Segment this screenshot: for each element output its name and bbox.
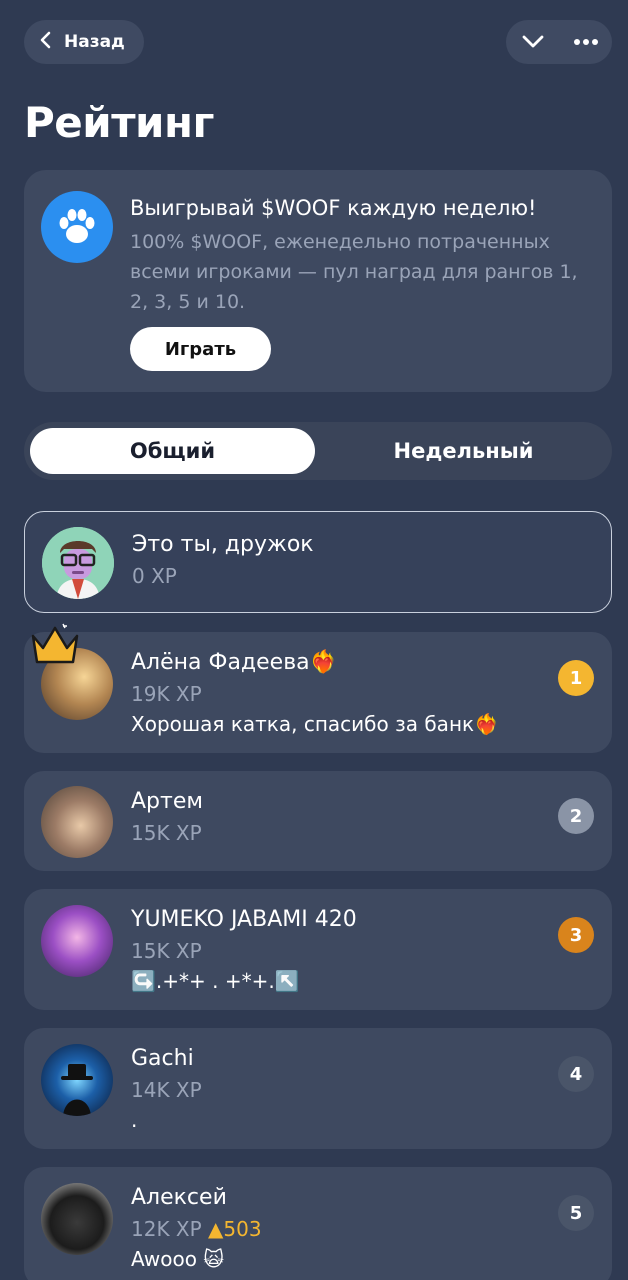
chevron-down-icon[interactable]	[511, 20, 555, 64]
rank-badge: 1	[558, 660, 594, 696]
play-button[interactable]: Играть	[130, 327, 271, 371]
more-icon[interactable]	[564, 20, 608, 64]
rank-badge: 3	[558, 917, 594, 953]
avatar	[42, 527, 114, 599]
player-status: .	[131, 1108, 138, 1132]
promo-description: 100% $WOOF, еженедельно потраченных всем…	[130, 231, 578, 313]
current-user-xp: 0 XP	[132, 564, 177, 588]
player-status: ↪️.+*+ . +*+.↖️	[131, 969, 300, 993]
player-xp: 15K XP	[131, 939, 202, 963]
leaderboard-row[interactable]: Gachi 14K XP . 4	[24, 1028, 612, 1149]
player-xp: 19K XP	[131, 682, 202, 706]
player-status: Awooo 🙀	[131, 1247, 225, 1271]
leaderboard-row[interactable]: YUMEKO JABAMI 420 15K XP ↪️.+*+ . +*+.↖️…	[24, 889, 612, 1010]
player-xp: 12K XP ▲503	[131, 1217, 262, 1241]
rank-badge: 4	[558, 1056, 594, 1092]
player-status: Хорошая катка, спасибо за банк❤️‍🔥	[131, 712, 499, 736]
promo-card: Выигрывай $WOOF каждую неделю! 100% $WOO…	[24, 170, 612, 392]
back-button[interactable]: Назад	[24, 20, 144, 64]
player-xp: 14K XP	[131, 1078, 202, 1102]
page-title: Рейтинг	[24, 98, 214, 147]
top-right-controls	[506, 20, 612, 64]
player-name: Алексей	[131, 1185, 227, 1210]
tab-weekly[interactable]: Недельный	[321, 428, 606, 474]
current-user-card[interactable]: Это ты, дружок 0 XP	[24, 511, 612, 613]
player-name: Артем	[131, 789, 203, 814]
player-name: Алёна Фадеева❤️‍🔥	[131, 650, 338, 675]
paw-icon	[41, 191, 113, 263]
leaderboard-tabs: Общий Недельный	[24, 422, 612, 480]
promo-title: Выигрывай $WOOF каждую неделю!	[130, 196, 537, 220]
avatar	[41, 1183, 113, 1255]
crown-icon	[31, 623, 79, 664]
leaderboard-row[interactable]: Алексей 12K XP ▲503 Awooo 🙀 5	[24, 1167, 612, 1280]
rank-badge: 5	[558, 1195, 594, 1231]
leaderboard-row[interactable]: Артем 15K XP 2	[24, 771, 612, 871]
rank-badge: 2	[558, 798, 594, 834]
current-user-name: Это ты, дружок	[132, 532, 314, 557]
avatar	[41, 905, 113, 977]
chevron-left-icon	[38, 31, 52, 54]
player-xp: 15K XP	[131, 821, 202, 845]
tab-overall[interactable]: Общий	[30, 428, 315, 474]
player-xp-value: 12K XP	[131, 1217, 202, 1241]
player-name: Gachi	[131, 1046, 194, 1071]
avatar	[41, 786, 113, 858]
leaderboard-row[interactable]: Алёна Фадеева❤️‍🔥 19K XP Хорошая катка, …	[24, 623, 612, 753]
avatar	[41, 1044, 113, 1116]
xp-delta: ▲503	[208, 1217, 262, 1241]
top-bar: Назад	[24, 20, 612, 64]
player-name: YUMEKO JABAMI 420	[131, 907, 357, 932]
back-label: Назад	[64, 32, 125, 52]
